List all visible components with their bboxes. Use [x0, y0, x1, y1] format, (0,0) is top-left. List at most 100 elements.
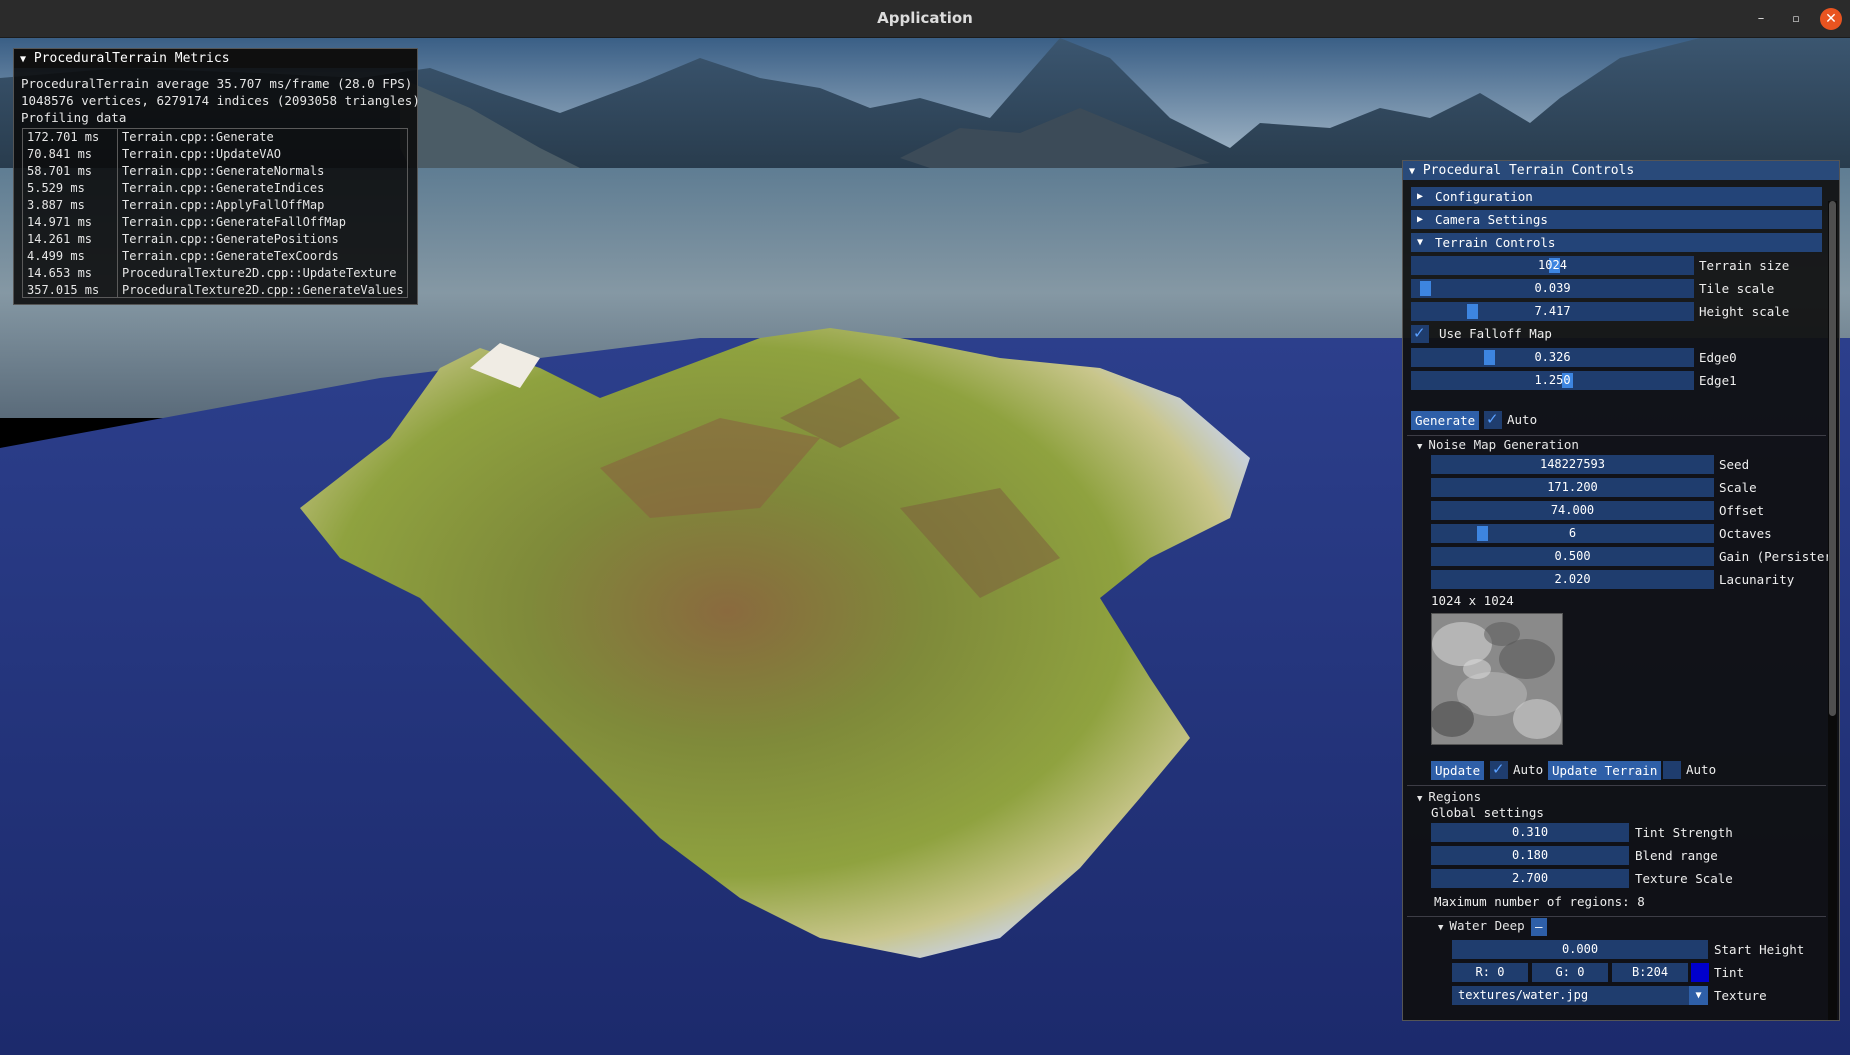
- gain-input[interactable]: 0.500: [1431, 547, 1714, 566]
- metrics-window-title[interactable]: ▼ ProceduralTerrain Metrics: [14, 49, 417, 68]
- scale-input[interactable]: 171.200: [1431, 478, 1714, 497]
- checkmark-icon: ✓: [1486, 410, 1499, 428]
- divider: [1407, 785, 1826, 786]
- header-configuration[interactable]: ▶ Configuration: [1411, 187, 1822, 206]
- table-row: 5.529 ms Terrain.cpp::GenerateIndices: [23, 180, 407, 197]
- controls-content: ▶ Configuration ▶ Camera Settings ▼ Terrain…: [1403, 181, 1839, 1020]
- table-row: 172.701 ms Terrain.cpp::Generate: [23, 129, 407, 146]
- header-label: Terrain Controls: [1435, 235, 1556, 250]
- tree-noise-map-generation[interactable]: ▼ Noise Map Generation: [1417, 437, 1579, 455]
- height-scale-slider[interactable]: 7.417: [1411, 302, 1694, 321]
- tint-color-swatch[interactable]: [1691, 963, 1709, 982]
- octaves-label: Octaves: [1719, 526, 1772, 541]
- chevron-right-icon: ▶: [1417, 214, 1424, 225]
- row-name: Terrain.cpp::Generate: [122, 130, 274, 144]
- global-settings-label: Global settings: [1431, 805, 1544, 820]
- lacunarity-input[interactable]: 2.020: [1431, 570, 1714, 589]
- controls-scrollbar[interactable]: [1828, 201, 1837, 1020]
- scale-label: Scale: [1719, 480, 1757, 495]
- tree-label: Water Deep: [1449, 918, 1525, 933]
- table-row: 58.701 ms Terrain.cpp::GenerateNormals: [23, 163, 407, 180]
- texture-scale-input[interactable]: 2.700: [1431, 869, 1629, 888]
- tint-b-input[interactable]: B:204: [1612, 963, 1688, 982]
- window-title: Application: [877, 9, 973, 27]
- divider: [1407, 435, 1826, 436]
- header-terrain-controls[interactable]: ▼ Terrain Controls: [1411, 233, 1822, 252]
- table-row: 14.261 ms Terrain.cpp::GeneratePositions: [23, 231, 407, 248]
- terrain-controls-window[interactable]: ▼ Procedural Terrain Controls ▶ Configura…: [1402, 160, 1840, 1021]
- noise-dimensions-text: 1024 x 1024: [1431, 593, 1514, 608]
- slider-value: 0.039: [1534, 281, 1571, 295]
- row-name: ProceduralTexture2D.cpp::GenerateValues: [122, 283, 404, 297]
- chevron-down-icon: ▼: [1417, 794, 1423, 804]
- checkmark-icon: ✓: [1413, 324, 1426, 342]
- seed-label: Seed: [1719, 457, 1750, 472]
- tint-strength-input[interactable]: 0.310: [1431, 823, 1629, 842]
- row-time: 14.653 ms: [27, 266, 93, 280]
- row-name: Terrain.cpp::GenerateTexCoords: [122, 249, 339, 263]
- row-name: Terrain.cpp::ApplyFallOffMap: [122, 198, 325, 212]
- row-time: 5.529 ms: [27, 181, 85, 195]
- use-falloff-label: Use Falloff Map: [1439, 326, 1552, 341]
- tint-g-input[interactable]: G: 0: [1532, 963, 1608, 982]
- start-height-input[interactable]: 0.000: [1452, 940, 1708, 959]
- header-label: Camera Settings: [1435, 212, 1548, 227]
- header-label: Configuration: [1435, 189, 1533, 204]
- profiling-label: Profiling data: [21, 110, 127, 125]
- tint-r-input[interactable]: R: 0: [1452, 963, 1528, 982]
- checkmark-icon: ✓: [1492, 760, 1505, 778]
- header-camera-settings[interactable]: ▶ Camera Settings: [1411, 210, 1822, 229]
- row-time: 172.701 ms: [27, 130, 100, 144]
- metrics-title-label: ProceduralTerrain Metrics: [33, 51, 230, 66]
- select-value: textures/water.jpg: [1458, 988, 1589, 1002]
- row-time: 58.701 ms: [27, 164, 93, 178]
- table-row: 70.841 ms Terrain.cpp::UpdateVAO: [23, 146, 407, 163]
- tile-scale-slider[interactable]: 0.039: [1411, 279, 1694, 298]
- edge1-slider[interactable]: 1.250: [1411, 371, 1694, 390]
- update-terrain-auto-checkbox[interactable]: [1663, 761, 1681, 779]
- table-row: 14.971 ms Terrain.cpp::GenerateFallOffMap: [23, 214, 407, 231]
- dropdown-arrow-icon[interactable]: ▼: [1689, 986, 1708, 1005]
- remove-region-button[interactable]: –: [1531, 918, 1547, 936]
- generate-button[interactable]: Generate: [1411, 411, 1480, 430]
- update-button[interactable]: Update: [1431, 761, 1485, 780]
- offset-input[interactable]: 74.000: [1431, 501, 1714, 520]
- seed-input[interactable]: 148227593: [1431, 455, 1714, 474]
- update-auto-checkbox[interactable]: ✓: [1490, 760, 1508, 779]
- blend-range-input[interactable]: 0.180: [1431, 846, 1629, 865]
- vertex-count-text: 1048576 vertices, 6279174 indices (20930…: [21, 93, 420, 108]
- height-scale-label: Height scale: [1699, 304, 1790, 319]
- tint-strength-label: Tint Strength: [1635, 825, 1733, 840]
- controls-title-label: Procedural Terrain Controls: [1422, 163, 1635, 178]
- row-name: Terrain.cpp::GenerateNormals: [122, 164, 325, 178]
- input-value: 0.500: [1554, 549, 1591, 563]
- texture-select[interactable]: textures/water.jpg ▼: [1452, 986, 1708, 1005]
- lacunarity-label: Lacunarity: [1719, 572, 1795, 587]
- update-terrain-button[interactable]: Update Terrain: [1548, 761, 1662, 780]
- update-auto-label: Auto: [1513, 762, 1544, 777]
- scrollbar-thumb[interactable]: [1829, 201, 1836, 716]
- profiling-table: 172.701 ms Terrain.cpp::Generate 70.841 m…: [22, 128, 408, 298]
- generate-auto-checkbox[interactable]: ✓: [1484, 410, 1502, 429]
- slider-value: 7.417: [1534, 304, 1571, 318]
- input-value: 148227593: [1539, 457, 1606, 471]
- row-name: Terrain.cpp::GeneratePositions: [122, 232, 339, 246]
- divider: [1407, 916, 1826, 917]
- slider-value: 0.326: [1534, 350, 1571, 364]
- texture-scale-label: Texture Scale: [1635, 871, 1733, 886]
- octaves-slider[interactable]: 6: [1431, 524, 1714, 543]
- metrics-window[interactable]: ▼ ProceduralTerrain Metrics ProceduralTe…: [13, 48, 420, 305]
- tint-label: Tint: [1714, 965, 1745, 980]
- edge0-slider[interactable]: 0.326: [1411, 348, 1694, 367]
- table-row: 4.499 ms Terrain.cpp::GenerateTexCoords: [23, 248, 407, 265]
- controls-window-title[interactable]: ▼ Procedural Terrain Controls: [1403, 161, 1839, 180]
- maximize-button[interactable]: ▫: [1785, 8, 1807, 30]
- close-button[interactable]: ✕: [1820, 8, 1842, 30]
- tree-water-deep[interactable]: ▼ Water Deep: [1438, 918, 1525, 936]
- terrain-size-slider[interactable]: 1024: [1411, 256, 1694, 275]
- chevron-down-icon: ▼: [1438, 923, 1444, 933]
- minimize-button[interactable]: –: [1750, 8, 1772, 30]
- input-value: 0.310: [1511, 825, 1549, 839]
- row-time: 14.261 ms: [27, 232, 93, 246]
- use-falloff-checkbox[interactable]: ✓: [1411, 324, 1429, 343]
